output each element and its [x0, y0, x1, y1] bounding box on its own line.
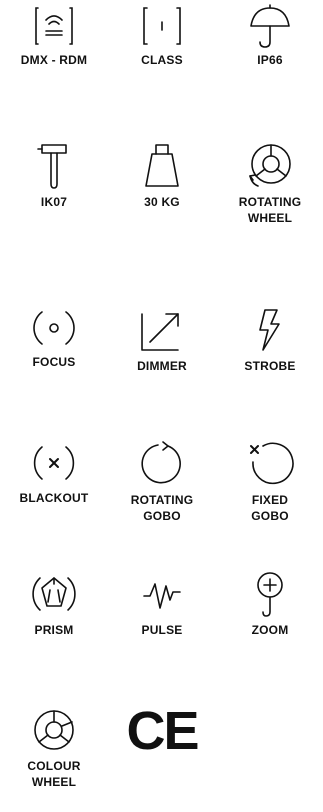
feature-label: CLASS: [141, 53, 183, 67]
feature-label: PRISM: [34, 623, 74, 637]
feature-label: IK07: [40, 195, 68, 209]
feature-prism: PRISM: [0, 570, 108, 638]
feature-colour-wheel: COLOUR WHEEL: [0, 708, 108, 790]
feature-label: FIXED GOBO: [251, 493, 289, 523]
pulse-icon: [108, 570, 216, 618]
strobe-icon: [216, 306, 323, 354]
feature-class: CLASS: [108, 4, 216, 68]
feature-label: DIMMER: [137, 359, 187, 373]
feature-dmx-rdm: DMX - RDM: [0, 4, 108, 68]
feature-focus: FOCUS: [0, 306, 108, 370]
feature-label: STROBE: [244, 359, 296, 373]
blackout-icon: [0, 440, 108, 486]
umbrella-icon: [216, 4, 323, 48]
rotating-wheel-icon: [216, 140, 323, 190]
feature-pulse: PULSE: [108, 570, 216, 638]
fixed-gobo-icon: [216, 440, 323, 488]
feature-zoom: ZOOM: [216, 570, 323, 638]
feature-label: ROTATING WHEEL: [238, 195, 302, 225]
feature-label: ROTATING GOBO: [130, 493, 194, 523]
feature-label: 30 KG: [144, 195, 180, 209]
colour-wheel-icon: [0, 708, 108, 754]
feature-fixed-gobo: FIXED GOBO: [216, 440, 323, 524]
zoom-icon: [216, 570, 323, 618]
prism-icon: [0, 570, 108, 618]
feature-label: FOCUS: [32, 355, 76, 369]
weight-icon: [108, 140, 216, 190]
feature-label: IP66: [257, 53, 283, 67]
feature-30kg: 30 KG: [108, 140, 216, 210]
feature-strobe: STROBE: [216, 306, 323, 374]
dmx-rdm-icon: [0, 4, 108, 48]
feature-label: COLOUR WHEEL: [27, 759, 81, 789]
class-icon: [108, 4, 216, 48]
feature-rotating-wheel: ROTATING WHEEL: [216, 140, 323, 226]
rotating-gobo-icon: [108, 440, 216, 488]
feature-label: ZOOM: [251, 623, 289, 637]
dimmer-icon: [108, 306, 216, 354]
feature-label: PULSE: [141, 623, 183, 637]
feature-label: BLACKOUT: [19, 491, 89, 505]
feature-ce-mark: CE: [108, 704, 216, 758]
feature-rotating-gobo: ROTATING GOBO: [108, 440, 216, 524]
feature-label: DMX - RDM: [20, 53, 88, 67]
feature-ip66: IP66: [216, 4, 323, 68]
feature-ik07: IK07: [0, 140, 108, 210]
feature-blackout: BLACKOUT: [0, 440, 108, 506]
focus-icon: [0, 306, 108, 350]
feature-dimmer: DIMMER: [108, 306, 216, 374]
hammer-icon: [0, 140, 108, 190]
ce-mark-icon: CE: [126, 701, 199, 761]
